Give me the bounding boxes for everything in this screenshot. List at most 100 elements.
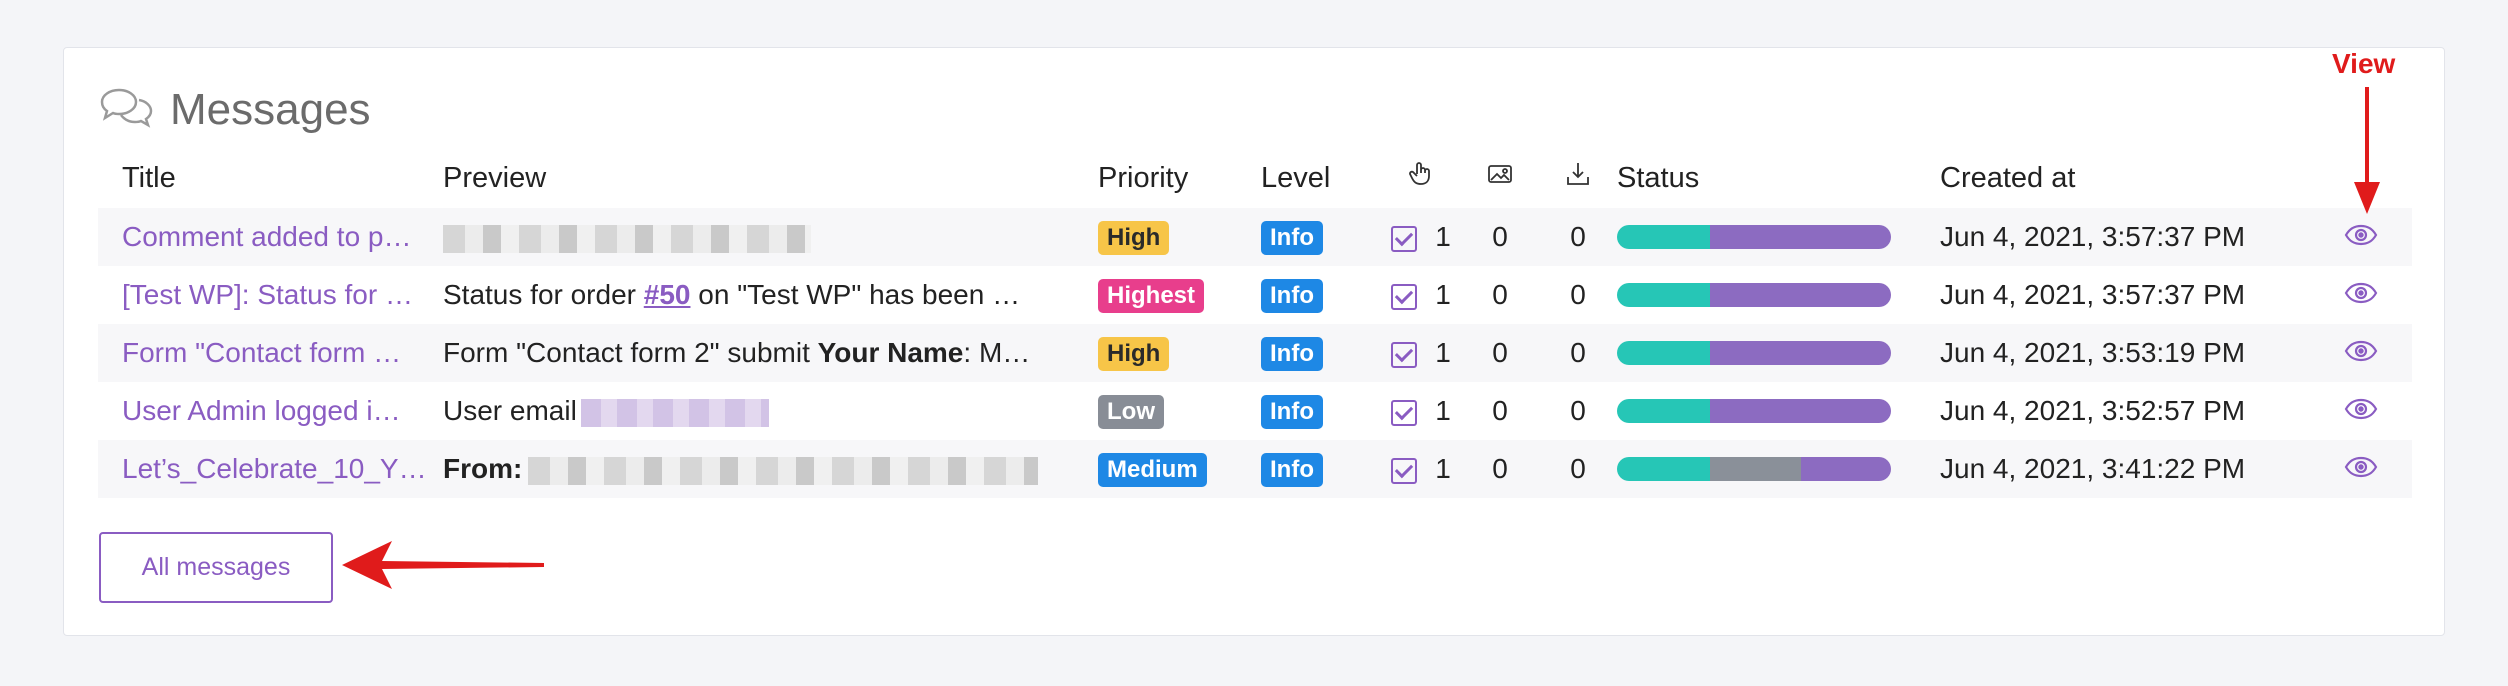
level-badge: Info bbox=[1261, 336, 1323, 371]
preview-text: Form "Contact form 2" submit bbox=[443, 337, 818, 368]
downloads-count: 0 bbox=[1539, 208, 1617, 266]
table-row: Comment added to p… High Info 1 0 0 Jun 4, 202… bbox=[98, 208, 2412, 266]
checkbox-icon[interactable] bbox=[1391, 399, 1418, 426]
priority-badge: Low bbox=[1098, 394, 1164, 429]
clicks-count: 1 bbox=[1435, 453, 1451, 484]
preview-from-label: From: bbox=[443, 453, 523, 484]
column-title: Title bbox=[122, 161, 176, 194]
redacted-sender bbox=[528, 456, 1039, 485]
table-row: Let’s_Celebrate_10_Y… From: Medium Info 1 0 0 J… bbox=[98, 440, 2412, 498]
priority-badge: Highest bbox=[1098, 278, 1205, 313]
created-at: Jun 4, 2021, 3:57:37 PM bbox=[1940, 208, 2310, 266]
message-title-link[interactable]: User Admin logged i… bbox=[122, 395, 401, 426]
redacted-email bbox=[580, 398, 769, 427]
status-segment-delivered bbox=[1617, 399, 1711, 423]
image-icon bbox=[1461, 148, 1539, 208]
level-badge: Info bbox=[1261, 220, 1323, 255]
images-count: 0 bbox=[1461, 440, 1539, 498]
chat-bubbles-icon bbox=[98, 86, 154, 135]
column-preview: Preview bbox=[443, 161, 547, 194]
created-at: Jun 4, 2021, 3:53:19 PM bbox=[1940, 324, 2310, 382]
status-bar bbox=[1617, 225, 1891, 249]
table-row: Form "Contact form … Form "Contact form 2… bbox=[98, 324, 2412, 382]
clicks-count: 1 bbox=[1435, 337, 1451, 368]
preview-text-end: on "Test WP" has been … bbox=[690, 279, 1021, 310]
preview-cell bbox=[443, 208, 1098, 266]
status-segment-read bbox=[1710, 283, 1891, 307]
column-priority: Priority bbox=[1098, 161, 1189, 194]
preview-cell: User email bbox=[443, 382, 1098, 440]
downloads-count: 0 bbox=[1539, 324, 1617, 382]
status-bar bbox=[1617, 457, 1891, 481]
eye-icon[interactable] bbox=[2344, 279, 2378, 310]
preview-cell: Status for order #50 on "Test WP" has be… bbox=[443, 266, 1098, 324]
checkbox-icon[interactable] bbox=[1391, 341, 1418, 368]
preview-cell: From: bbox=[443, 440, 1098, 498]
status-bar bbox=[1617, 399, 1891, 423]
checkbox-icon[interactable] bbox=[1391, 457, 1418, 484]
priority-badge: Medium bbox=[1098, 452, 1207, 487]
priority-badge: High bbox=[1098, 336, 1170, 371]
eye-icon[interactable] bbox=[2344, 395, 2378, 426]
status-segment-delivered bbox=[1617, 341, 1711, 365]
downloads-count: 0 bbox=[1539, 440, 1617, 498]
preview-field-name: Your Name bbox=[817, 337, 964, 368]
table-row: [Test WP]: Status for … Status for order … bbox=[98, 266, 2412, 324]
images-count: 0 bbox=[1461, 324, 1539, 382]
message-title-link[interactable]: [Test WP]: Status for … bbox=[122, 279, 413, 310]
message-title-link[interactable]: Form "Contact form … bbox=[122, 337, 401, 368]
preview-text: User email bbox=[443, 395, 577, 426]
created-at: Jun 4, 2021, 3:57:37 PM bbox=[1940, 279, 2246, 310]
status-segment-delivered bbox=[1617, 283, 1711, 307]
eye-icon[interactable] bbox=[2344, 453, 2378, 484]
level-badge: Info bbox=[1261, 278, 1323, 313]
checkbox-icon[interactable] bbox=[1391, 283, 1418, 310]
status-bar bbox=[1617, 283, 1891, 307]
status-segment-delivered bbox=[1617, 457, 1711, 481]
created-at: Jun 4, 2021, 3:52:57 PM bbox=[1940, 395, 2246, 426]
annotation-arrow-down bbox=[2354, 87, 2380, 214]
status-segment-read bbox=[1710, 225, 1891, 249]
table-row: User Admin logged i… User email Low Info 1 0 0… bbox=[98, 382, 2412, 440]
table-header: Title Preview Priority Level Status Crea… bbox=[98, 148, 2412, 208]
status-segment-read bbox=[1710, 399, 1891, 423]
level-badge: Info bbox=[1261, 394, 1323, 429]
preview-text-end: : M… bbox=[963, 337, 1031, 368]
column-level: Level bbox=[1261, 161, 1331, 194]
eye-icon[interactable] bbox=[2344, 221, 2378, 252]
hand-pointer-icon bbox=[1381, 148, 1461, 208]
message-title-link[interactable]: Comment added to p… bbox=[122, 221, 412, 252]
preview-cell: Form "Contact form 2" submit Your Name: … bbox=[443, 324, 1098, 382]
order-link[interactable]: #50 bbox=[644, 279, 691, 310]
downloads-count: 0 bbox=[1570, 395, 1586, 426]
images-count: 0 bbox=[1492, 279, 1508, 310]
message-title-link[interactable]: Let’s_Celebrate_10_Y… bbox=[122, 453, 427, 484]
clicks-count: 1 bbox=[1435, 279, 1451, 310]
images-count: 0 bbox=[1492, 395, 1508, 426]
status-segment-read bbox=[1710, 341, 1891, 365]
redacted-preview bbox=[443, 224, 811, 253]
download-icon bbox=[1539, 148, 1617, 208]
status-segment-pending bbox=[1710, 457, 1801, 481]
status-segment-delivered bbox=[1617, 225, 1711, 249]
column-status: Status bbox=[1617, 161, 1700, 194]
eye-icon[interactable] bbox=[2344, 337, 2378, 368]
panel-title: Messages bbox=[170, 85, 371, 134]
preview-text: Status for order bbox=[443, 279, 644, 310]
clicks-count: 1 bbox=[1435, 395, 1451, 426]
created-at: Jun 4, 2021, 3:41:22 PM bbox=[1940, 440, 2310, 498]
messages-table: Title Preview Priority Level Status Crea… bbox=[98, 148, 2412, 498]
checkbox-icon[interactable] bbox=[1391, 225, 1418, 252]
panel-header: Messages bbox=[98, 80, 371, 140]
column-created-at: Created at bbox=[1940, 161, 2076, 194]
status-segment-read bbox=[1800, 457, 1891, 481]
priority-badge: High bbox=[1098, 220, 1170, 255]
annotation-arrow-left bbox=[342, 541, 544, 589]
status-bar bbox=[1617, 341, 1891, 365]
level-badge: Info bbox=[1261, 452, 1323, 487]
images-count: 0 bbox=[1461, 208, 1539, 266]
all-messages-button[interactable]: All messages bbox=[99, 532, 333, 603]
view-annotation-label: View bbox=[2332, 48, 2396, 79]
clicks-count: 1 bbox=[1435, 221, 1451, 252]
downloads-count: 0 bbox=[1570, 279, 1586, 310]
